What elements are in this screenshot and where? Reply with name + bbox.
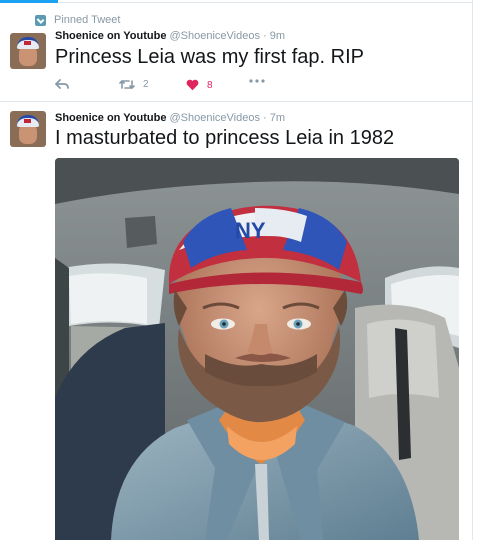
like-count: 8 bbox=[207, 79, 213, 91]
avatar[interactable] bbox=[10, 111, 46, 147]
cap-logo-text: NY bbox=[235, 218, 266, 243]
tweet[interactable]: Shoenice on Youtube @ShoeniceVideos · 7m… bbox=[0, 102, 472, 540]
avatar[interactable] bbox=[10, 33, 46, 69]
like-button[interactable]: 8 bbox=[186, 79, 213, 91]
retweet-count: 2 bbox=[143, 79, 149, 90]
tweet-text: I masturbated to princess Leia in 1982 bbox=[55, 127, 395, 149]
pin-icon bbox=[35, 14, 46, 26]
heart-icon bbox=[186, 79, 199, 91]
tweet-header: Shoenice on Youtube @ShoeniceVideos · 7m bbox=[55, 112, 285, 124]
author-name[interactable]: Shoenice on Youtube bbox=[55, 30, 166, 42]
separator: · bbox=[263, 112, 267, 124]
tweet-header: Shoenice on Youtube @ShoeniceVideos · 9m bbox=[55, 30, 285, 42]
tweet-timestamp[interactable]: 7m bbox=[270, 112, 285, 124]
tweet-video-thumbnail[interactable]: NY bbox=[55, 158, 459, 540]
pinned-tweet-label: Pinned Tweet bbox=[35, 13, 120, 27]
author-name[interactable]: Shoenice on Youtube bbox=[55, 112, 166, 124]
reply-icon bbox=[55, 79, 69, 89]
tweet[interactable]: Shoenice on Youtube @ShoeniceVideos · 9m… bbox=[0, 28, 472, 100]
avatar-cap bbox=[17, 37, 39, 49]
timeline: Pinned Tweet Shoenice on Youtube @Shoeni… bbox=[0, 0, 473, 540]
separator: · bbox=[263, 30, 267, 42]
retweet-icon bbox=[119, 80, 135, 89]
tweet-actions: 2 8 bbox=[55, 79, 285, 93]
tweet-timestamp[interactable]: 9m bbox=[270, 30, 285, 42]
divider bbox=[58, 2, 472, 3]
author-handle[interactable]: @ShoeniceVideos bbox=[170, 30, 260, 42]
more-icon bbox=[249, 79, 265, 83]
divider bbox=[472, 0, 473, 540]
video-frame-image: NY bbox=[55, 158, 459, 540]
retweet-button[interactable]: 2 bbox=[119, 79, 149, 90]
more-button[interactable] bbox=[249, 79, 265, 83]
avatar-cap bbox=[17, 115, 39, 127]
avatar-face bbox=[19, 46, 37, 66]
pinned-label-text: Pinned Tweet bbox=[54, 14, 121, 26]
loading-progress-bar bbox=[0, 0, 58, 3]
avatar-face bbox=[19, 124, 37, 144]
reply-button[interactable] bbox=[55, 79, 69, 90]
author-handle[interactable]: @ShoeniceVideos bbox=[170, 112, 260, 124]
tweet-text: Princess Leia was my first fap. RIP bbox=[55, 46, 364, 68]
